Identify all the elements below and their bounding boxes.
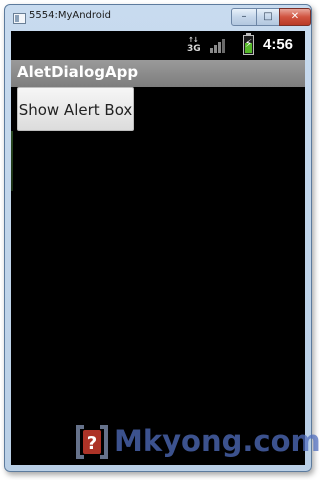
watermark-text: Mkyong.com <box>114 424 320 458</box>
close-button[interactable]: ✕ <box>279 8 311 26</box>
minimize-button[interactable]: – <box>231 8 257 26</box>
data-arrows-icon: ↑↓ <box>188 36 199 44</box>
svg-text:?: ? <box>87 433 97 454</box>
show-alert-box-button[interactable]: Show Alert Box <box>17 87 134 131</box>
window-titlebar[interactable]: 5554:MyAndroid – □ ✕ <box>5 5 311 30</box>
signal-strength-icon <box>210 37 228 53</box>
maximize-button[interactable]: □ <box>256 8 280 26</box>
emulator-window: 5554:MyAndroid – □ ✕ ↑↓ 3G ⚡ 4:56 AletDi… <box>4 4 312 472</box>
status-clock: 4:56 <box>263 36 294 53</box>
android-screen: ↑↓ 3G ⚡ 4:56 AletDialogApp Show Alert Bo… <box>11 31 305 465</box>
app-title-bar: AletDialogApp <box>11 60 305 87</box>
mkyong-logo-icon: ? <box>76 425 108 459</box>
status-bar: ↑↓ 3G ⚡ 4:56 <box>11 31 305 60</box>
battery-charging-icon: ⚡ <box>243 33 254 55</box>
network-type-label: 3G <box>187 44 201 54</box>
window-app-icon <box>13 13 26 24</box>
app-title: AletDialogApp <box>17 63 139 81</box>
network-3g-icon: ↑↓ 3G <box>187 36 201 56</box>
watermark: ? Mkyong.com <box>70 420 320 468</box>
charging-bolt-icon: ⚡ <box>244 37 253 50</box>
window-title: 5554:MyAndroid <box>29 10 112 21</box>
screen-edge-artifact <box>11 131 13 191</box>
